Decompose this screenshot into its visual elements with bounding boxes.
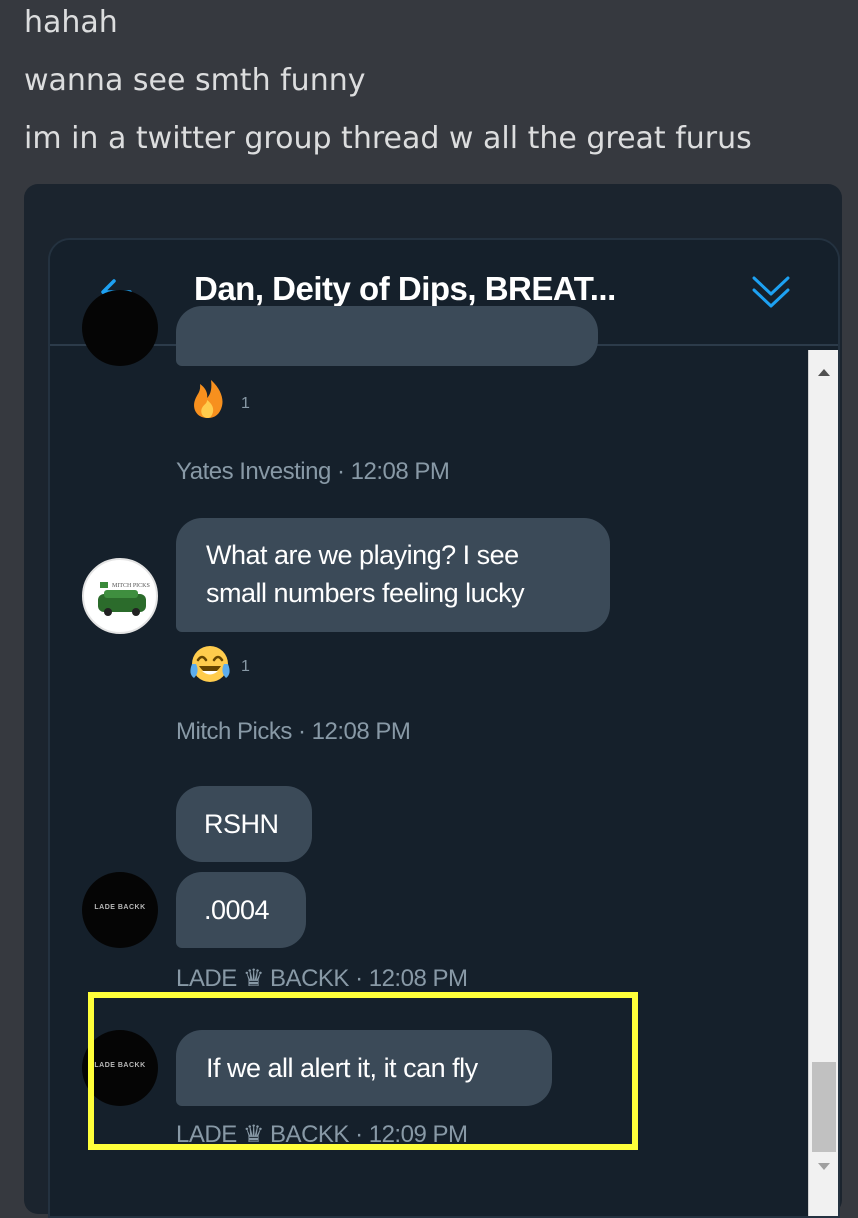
avatar[interactable]: MITCH PICKS [82,558,158,634]
message-bubble [176,306,598,366]
scrollbar[interactable] [808,350,838,1216]
avatar-label: LADE BACKK [94,904,146,911]
scroll-down-icon[interactable] [817,1162,831,1171]
message-meta: Yates Investing · 12:08 PM [176,458,450,485]
svg-text:MITCH PICKS: MITCH PICKS [112,583,150,589]
reaction-count: 1 [241,395,250,412]
message-bubble: .0004 [176,872,306,948]
message-meta: LADE ♛ BACKK · 12:08 PM [176,965,468,992]
scroll-up-icon[interactable] [817,368,831,377]
message-text-line: small numbers feeling lucky [206,578,525,608]
discord-message-2: wanna see smth funny [24,63,366,98]
scrollbar-thumb[interactable] [812,1062,836,1152]
message-meta: Mitch Picks · 12:08 PM [176,718,411,745]
avatar[interactable]: LADE BACKK [82,872,158,948]
fire-emoji[interactable] [188,376,228,420]
message-text-line: What are we playing? I see [206,540,519,570]
reaction-count: 1 [241,658,250,675]
avatar[interactable] [82,290,158,366]
message-text: RSHN [204,809,279,839]
conversation-title: Dan, Deity of Dips, BREAT... [194,270,616,307]
tears-of-joy-emoji[interactable] [188,642,232,686]
message-text: .0004 [204,895,270,925]
collapse-chevrons-icon[interactable] [750,272,792,312]
message-bubble: RSHN [176,786,312,862]
message-bubble: What are we playing? I see small numbers… [176,518,610,632]
car-logo-icon: MITCH PICKS [98,582,150,616]
discord-message-3: im in a twitter group thread w all the g… [24,121,752,156]
highlight-box [88,992,638,1150]
discord-message-1: hahah [24,5,118,40]
